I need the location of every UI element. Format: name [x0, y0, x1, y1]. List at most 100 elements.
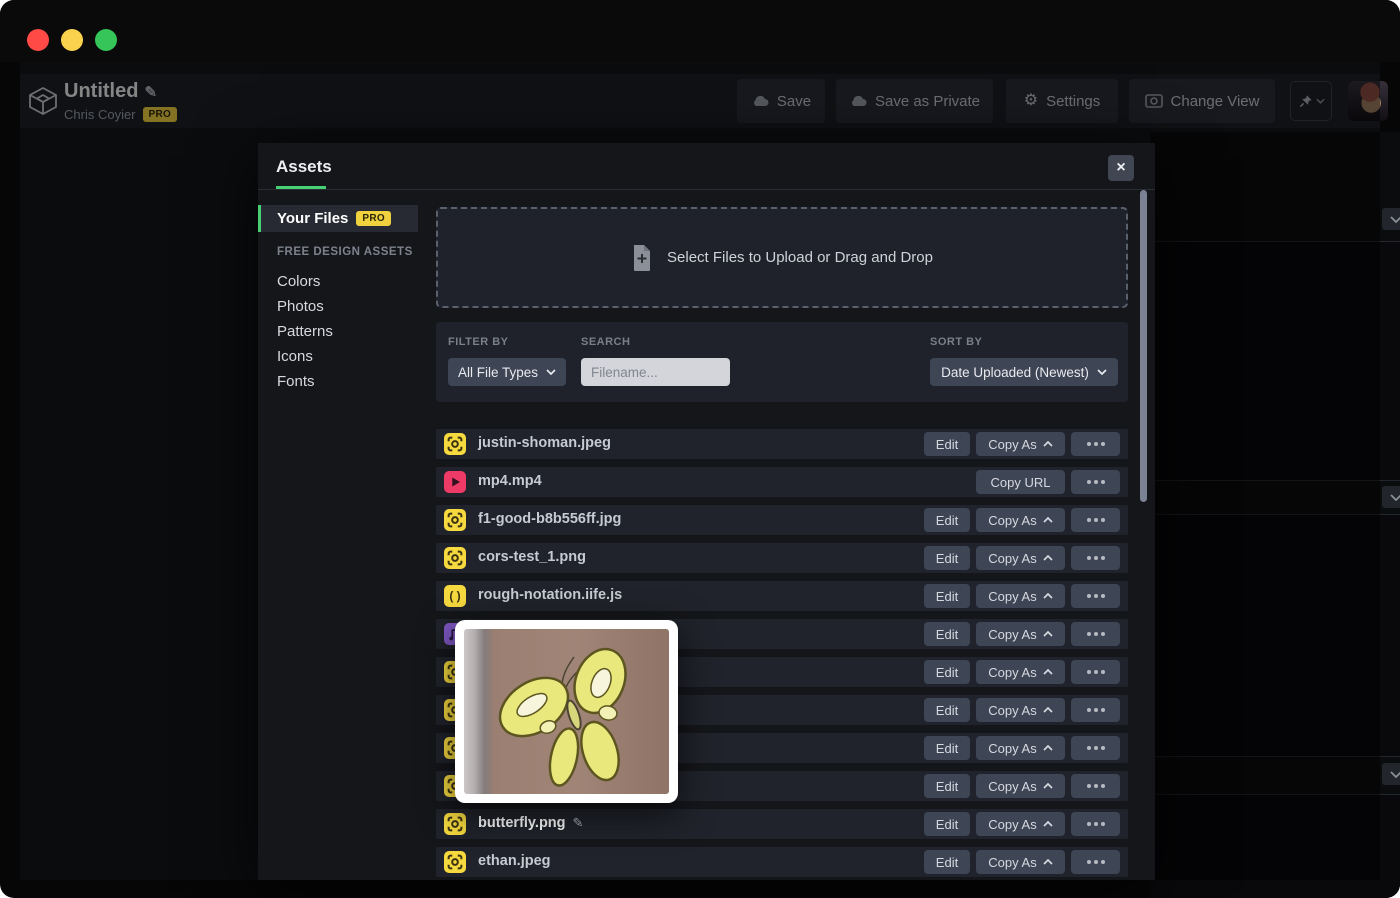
chevron-up-icon: [1043, 669, 1053, 675]
file-row[interactable]: mp4.mp4Copy URL: [436, 467, 1128, 497]
file-row[interactable]: butterfly.png✎ EditCopy As: [436, 809, 1128, 839]
image-preview-popover: [455, 620, 678, 803]
edit-button[interactable]: Edit: [924, 622, 970, 646]
more-options-button[interactable]: [1071, 546, 1120, 570]
chevron-up-icon: [1043, 707, 1053, 713]
chevron-up-icon: [1043, 631, 1053, 637]
copy-as-button[interactable]: Copy As: [976, 508, 1065, 532]
copy-as-button[interactable]: Copy As: [976, 698, 1065, 722]
file-row[interactable]: f1-good-b8b556ff.jpg EditCopy As: [436, 505, 1128, 535]
edit-button[interactable]: Edit: [924, 584, 970, 608]
rename-file-icon[interactable]: ✎: [573, 815, 584, 830]
image-file-icon: [444, 547, 466, 569]
edit-button[interactable]: Edit: [924, 432, 970, 456]
more-options-button[interactable]: [1071, 774, 1120, 798]
more-options-button[interactable]: [1071, 850, 1120, 874]
modal-scrollbar-thumb[interactable]: [1140, 190, 1147, 502]
chevron-down-icon: [1390, 216, 1400, 223]
image-file-icon: [444, 433, 466, 455]
filter-panel: FILTER BY All File Types SEARCH SORT BY …: [436, 322, 1128, 402]
upload-dropzone[interactable]: Select Files to Upload or Drag and Drop: [436, 207, 1128, 308]
close-modal-button[interactable]: ×: [1108, 155, 1134, 181]
filename-search-input[interactable]: [581, 358, 730, 386]
file-plus-icon: [631, 244, 653, 272]
assets-modal: Assets × Your Files PRO FREE DESIGN ASSE…: [258, 143, 1155, 880]
edit-button[interactable]: Edit: [924, 508, 970, 532]
more-options-button[interactable]: [1071, 432, 1120, 456]
edit-button[interactable]: Edit: [924, 774, 970, 798]
chevron-up-icon: [1043, 517, 1053, 523]
copy-as-button[interactable]: Copy As: [976, 736, 1065, 760]
dropzone-label: Select Files to Upload or Drag and Drop: [667, 249, 933, 266]
sidebar-item-icons[interactable]: Icons: [277, 348, 407, 368]
copy-as-button[interactable]: Copy As: [976, 584, 1065, 608]
edit-button[interactable]: Edit: [924, 546, 970, 570]
sidebar-item-your-files[interactable]: Your Files PRO: [258, 205, 418, 232]
edit-button[interactable]: Edit: [924, 736, 970, 760]
video-file-icon: [444, 471, 466, 493]
free-design-assets-heading: FREE DESIGN ASSETS: [277, 246, 413, 258]
file-row[interactable]: ( ) rough-notation.iife.js EditCopy As: [436, 581, 1128, 611]
file-name: rough-notation.iife.js: [478, 587, 622, 603]
edit-button[interactable]: Edit: [924, 660, 970, 684]
sort-dropdown[interactable]: Date Uploaded (Newest): [930, 358, 1118, 386]
edit-button[interactable]: Edit: [924, 850, 970, 874]
file-row[interactable]: cors-test_1.pngEditCopy As: [436, 543, 1128, 573]
file-name: justin-shoman.jpeg: [478, 435, 611, 451]
sidebar-item-patterns[interactable]: Patterns: [277, 323, 407, 343]
chevron-up-icon: [1043, 821, 1053, 827]
chevron-down-icon: [546, 369, 556, 375]
viewfinder-icon: [445, 548, 465, 568]
more-options-button[interactable]: [1071, 622, 1120, 646]
your-files-label: Your Files: [277, 210, 348, 227]
image-file-icon: [444, 851, 466, 873]
expand-panel-button[interactable]: [1382, 208, 1400, 230]
more-options-button[interactable]: [1071, 736, 1120, 760]
viewfinder-icon: [445, 852, 465, 872]
more-options-button[interactable]: [1071, 660, 1120, 684]
expand-panel-button[interactable]: [1382, 486, 1400, 508]
viewfinder-icon: [445, 814, 465, 834]
file-row[interactable]: justin-shoman.jpeg EditCopy As: [436, 429, 1128, 459]
chevron-up-icon: [1043, 555, 1053, 561]
file-row[interactable]: ethan.jpegEditCopy As: [436, 847, 1128, 877]
chevron-up-icon: [1043, 745, 1053, 751]
copy-as-button[interactable]: Copy As: [976, 622, 1065, 646]
file-name: f1-good-b8b556ff.jpg: [478, 511, 621, 527]
butterfly-preview-image: [464, 629, 669, 794]
chevron-up-icon: [1043, 593, 1053, 599]
close-window-button[interactable]: [27, 29, 49, 51]
chevron-up-icon: [1043, 783, 1053, 789]
image-file-icon: [444, 813, 466, 835]
pro-badge: PRO: [356, 211, 391, 226]
sidebar-item-colors[interactable]: Colors: [277, 273, 407, 293]
viewfinder-icon: [445, 434, 465, 454]
more-options-button[interactable]: [1071, 508, 1120, 532]
sidebar-item-photos[interactable]: Photos: [277, 298, 407, 318]
more-options-button[interactable]: [1071, 812, 1120, 836]
copy-as-button[interactable]: Copy As: [976, 432, 1065, 456]
file-name: butterfly.png✎: [478, 815, 583, 831]
copy-as-button[interactable]: Copy As: [976, 812, 1065, 836]
play-icon: [445, 472, 465, 492]
modal-title: Assets: [276, 157, 332, 177]
edit-button[interactable]: Edit: [924, 698, 970, 722]
edit-button[interactable]: Edit: [924, 812, 970, 836]
more-options-button[interactable]: [1071, 470, 1120, 494]
minimize-window-button[interactable]: [61, 29, 83, 51]
chevron-up-icon: [1043, 441, 1053, 447]
zoom-window-button[interactable]: [95, 29, 117, 51]
copy-as-button[interactable]: Copy As: [976, 546, 1065, 570]
more-options-button[interactable]: [1071, 698, 1120, 722]
viewfinder-icon: [445, 510, 465, 530]
sidebar-item-fonts[interactable]: Fonts: [277, 373, 407, 393]
parentheses-icon: ( ): [449, 590, 460, 602]
expand-panel-button[interactable]: [1382, 763, 1400, 785]
more-options-button[interactable]: [1071, 584, 1120, 608]
copy-as-button[interactable]: Copy As: [976, 660, 1065, 684]
copy-url-button[interactable]: Copy URL: [976, 470, 1065, 494]
copy-as-button[interactable]: Copy As: [976, 850, 1065, 874]
file-type-filter-dropdown[interactable]: All File Types: [448, 358, 566, 386]
copy-as-button[interactable]: Copy As: [976, 774, 1065, 798]
filter-by-label: FILTER BY: [448, 336, 509, 348]
